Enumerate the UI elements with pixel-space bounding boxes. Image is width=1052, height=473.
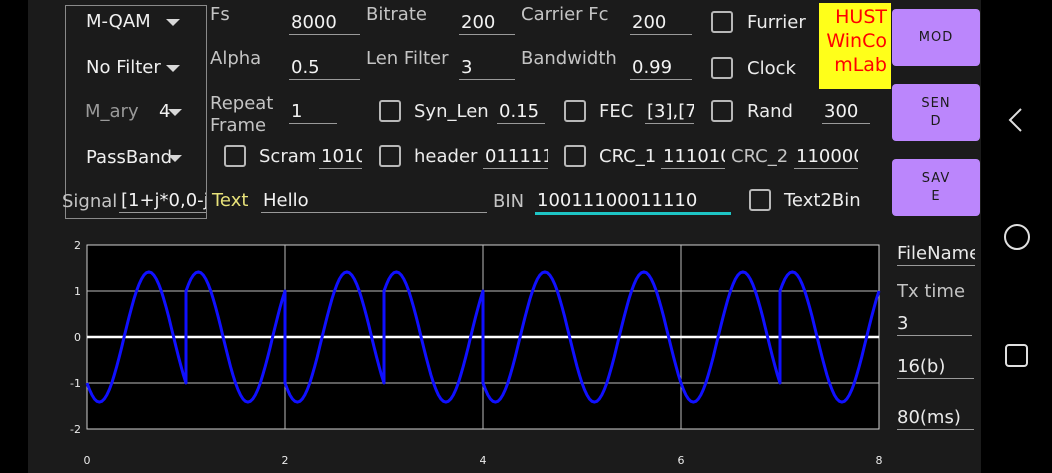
android-navigation-bar xyxy=(981,0,1052,473)
clock-checkbox[interactable] xyxy=(711,57,733,79)
rand-checkbox[interactable] xyxy=(711,100,733,122)
x-tick-label: 8 xyxy=(876,454,883,467)
bitrate-field[interactable]: 200 xyxy=(459,12,515,35)
bits-field: 16(b) xyxy=(897,356,974,379)
bitrate-label: Bitrate xyxy=(366,4,427,25)
fec-field[interactable]: [3],[7, xyxy=(645,101,694,124)
signal-waveform-chart: 0 2 4 6 8 2 1 0 -1 -2 xyxy=(70,239,883,467)
synlen-label: Syn_Len xyxy=(414,101,489,122)
repeat-field[interactable]: 1 xyxy=(289,101,337,124)
bin-label: BIN xyxy=(493,191,525,212)
rand-field[interactable]: 300 xyxy=(822,101,870,124)
crc1-label: CRC_1 xyxy=(599,146,657,167)
back-icon[interactable] xyxy=(1006,106,1026,134)
x-tick-label: 6 xyxy=(678,454,685,467)
header-label: header xyxy=(414,146,478,167)
band-dropdown-icon[interactable] xyxy=(168,155,182,162)
home-icon[interactable] xyxy=(1003,223,1031,251)
rand-label: Rand xyxy=(747,101,793,122)
mary-label: M_ary xyxy=(85,101,139,122)
x-tick-label: 0 xyxy=(84,454,91,467)
alpha-label: Alpha xyxy=(210,48,262,69)
repeat-label-line1: Repeat xyxy=(210,93,274,114)
furrier-label: Furrier xyxy=(747,12,806,33)
furrier-checkbox[interactable] xyxy=(711,11,733,33)
modulation-spinner[interactable]: M-QAM xyxy=(86,10,151,34)
band-spinner[interactable]: PassBand xyxy=(86,146,172,170)
filter-dropdown-icon[interactable] xyxy=(166,65,180,72)
scram-field[interactable]: 1010 xyxy=(319,146,362,169)
text-field[interactable]: Hello xyxy=(261,190,487,213)
filter-spinner[interactable]: No Filter xyxy=(86,56,161,80)
x-tick-label: 4 xyxy=(480,454,487,467)
fec-label: FEC xyxy=(599,101,634,122)
save-button[interactable]: SAV E xyxy=(892,159,980,216)
scram-checkbox[interactable] xyxy=(224,145,246,167)
header-field[interactable]: 011111 xyxy=(483,146,548,169)
bin-field[interactable]: 10011100011110 xyxy=(535,190,731,215)
y-tick-label: -2 xyxy=(70,423,81,436)
clock-label: Clock xyxy=(747,58,796,79)
fs-label: Fs xyxy=(210,4,230,25)
fec-checkbox[interactable] xyxy=(564,100,586,122)
lenfilter-field[interactable]: 3 xyxy=(459,57,515,80)
mod-button[interactable]: MOD xyxy=(892,9,980,66)
hust-wincomlab-logo: HUSTWinComLab xyxy=(819,3,891,89)
fs-field[interactable]: 8000 xyxy=(289,12,360,35)
ms-field: 80(ms) xyxy=(897,407,974,430)
y-tick-label: 1 xyxy=(74,285,81,298)
header-checkbox[interactable] xyxy=(379,145,401,167)
y-tick-label: 0 xyxy=(74,331,81,344)
carrier-field[interactable]: 200 xyxy=(630,12,692,35)
text2bin-checkbox[interactable] xyxy=(749,189,771,211)
crc2-field[interactable]: 110000 xyxy=(794,146,858,169)
tx-time-field[interactable]: 3 xyxy=(897,313,972,336)
app-window: M-QAM No Filter M_ary 4 PassBand Fs 8000… xyxy=(28,0,981,473)
carrier-label: Carrier Fc xyxy=(521,4,609,25)
scram-label: Scram xyxy=(259,146,317,167)
signal-label: Signal xyxy=(62,191,118,212)
modulation-dropdown-icon[interactable] xyxy=(166,19,180,26)
repeat-label-line2: Frame xyxy=(210,115,267,136)
bandwidth-label: Bandwidth xyxy=(521,48,617,69)
synlen-field[interactable]: 0.15 xyxy=(497,101,545,124)
text-label: Text xyxy=(212,190,249,211)
x-tick-label: 2 xyxy=(282,454,289,467)
synlen-checkbox[interactable] xyxy=(379,100,401,122)
crc1-field[interactable]: 111010 xyxy=(661,146,725,169)
y-tick-label: 2 xyxy=(74,239,81,252)
send-button[interactable]: SEN D xyxy=(892,84,980,141)
mary-dropdown-icon[interactable] xyxy=(168,109,182,116)
signal-field[interactable]: [1+j*0,0-j* xyxy=(119,190,206,213)
filename-field[interactable]: FileName xyxy=(897,243,975,266)
bandwidth-field[interactable]: 0.99 xyxy=(630,57,692,80)
tx-time-label: Tx time xyxy=(897,281,966,302)
recents-icon[interactable] xyxy=(1004,343,1030,369)
text2bin-label: Text2Bin xyxy=(784,190,861,211)
lenfilter-label: Len Filter xyxy=(366,48,449,69)
y-tick-label: -1 xyxy=(70,377,81,390)
crc1-checkbox[interactable] xyxy=(564,145,586,167)
alpha-field[interactable]: 0.5 xyxy=(289,57,360,80)
crc2-label: CRC_2 xyxy=(731,146,789,167)
